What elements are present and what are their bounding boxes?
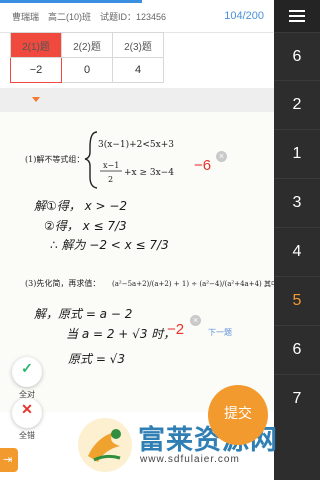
check-icon: ✓ <box>21 360 33 376</box>
score-tab-2-1[interactable]: 2(1)题 <box>10 32 62 58</box>
grade-mark-2[interactable]: −2 <box>167 321 184 338</box>
progress-bar <box>0 0 143 3</box>
cross-icon: ✕ <box>21 401 33 417</box>
submit-label: 提交 <box>224 405 252 421</box>
nav-item-active[interactable]: 5 <box>274 276 320 325</box>
score-tab-2-3[interactable]: 2(3)题 <box>112 32 164 58</box>
next-question-link[interactable]: 下一题 <box>208 327 232 338</box>
handwriting-q1-line3: ∴ 解为 −2 < x ≤ 7/3 <box>50 238 169 252</box>
nav-item[interactable]: 4 <box>274 227 320 276</box>
score-value-2-2[interactable]: 0 <box>61 57 113 83</box>
score-tab-2-2[interactable]: 2(2)题 <box>61 32 113 58</box>
nav-item[interactable]: 7 <box>274 374 320 423</box>
q1-label: (1)解不等式组： <box>25 154 84 164</box>
handwriting-q1-line1: 解①得， x > −2 <box>34 199 127 213</box>
remove-mark-icon[interactable]: × <box>216 151 227 162</box>
q1-line2-rest: +x ≥ 3x−4 <box>124 168 174 178</box>
all-wrong-button[interactable]: ✕ 全错 <box>12 398 42 440</box>
q1-line1: 3(x−1)+2<5x+3 <box>98 139 174 150</box>
q3-expression: (a²−5a+2)/(a+2) + 1) ÷ (a²−4)/(a²+4a+4) … <box>112 279 274 288</box>
watermark-logo <box>78 418 132 472</box>
all-correct-button[interactable]: ✓ 全对 <box>12 357 42 399</box>
nav-item[interactable]: 3 <box>274 178 320 227</box>
nav-item[interactable]: 1 <box>274 129 320 178</box>
menu-icon[interactable] <box>274 0 320 32</box>
handwriting-q3-line2: 当 a = 2 + √3 时， <box>66 327 175 341</box>
question-counter: 104/200 <box>224 10 264 22</box>
score-value-2-3[interactable]: 4 <box>112 57 164 83</box>
score-table: 2(1)题 2(2)题 2(3)题 −2 0 4 <box>10 32 164 83</box>
watermark-url: www.sdfulaier.com <box>140 454 240 465</box>
side-tab-button[interactable]: ⇥ <box>0 448 18 472</box>
question-navigator: 6 2 1 3 4 5 6 7 <box>274 0 320 480</box>
nav-item[interactable]: 2 <box>274 80 320 129</box>
submit-button[interactable]: 提交 <box>208 385 268 445</box>
student-info: 曹瑞瑞 高二(10)班 试题ID：123456 <box>12 12 167 22</box>
nav-item[interactable]: 6 <box>274 32 320 81</box>
grade-mark-1[interactable]: −6 <box>194 157 211 174</box>
all-wrong-label: 全错 <box>19 431 35 440</box>
q1-line2-num: x−1 <box>103 161 119 170</box>
chevron-down-icon[interactable] <box>32 97 40 102</box>
handwriting-q1-line2: ②得， x ≤ 7/3 <box>44 219 127 233</box>
handwriting-q3-line3: 原式 = √3 <box>68 352 125 366</box>
nav-item[interactable]: 6 <box>274 325 320 374</box>
handwriting-q3-line1: 解，原式 = a − 2 <box>34 307 132 321</box>
arrow-right-icon: ⇥ <box>3 454 13 466</box>
remove-mark-icon[interactable]: × <box>190 315 201 326</box>
q1-line2-den: 2 <box>108 175 113 184</box>
score-value-2-1[interactable]: −2 <box>10 57 62 83</box>
top-bar: 曹瑞瑞 高二(10)班 试题ID：123456 104/200 <box>0 0 274 33</box>
q3-label: (3)先化简，再求值： <box>25 278 100 288</box>
divider-band <box>0 88 274 112</box>
